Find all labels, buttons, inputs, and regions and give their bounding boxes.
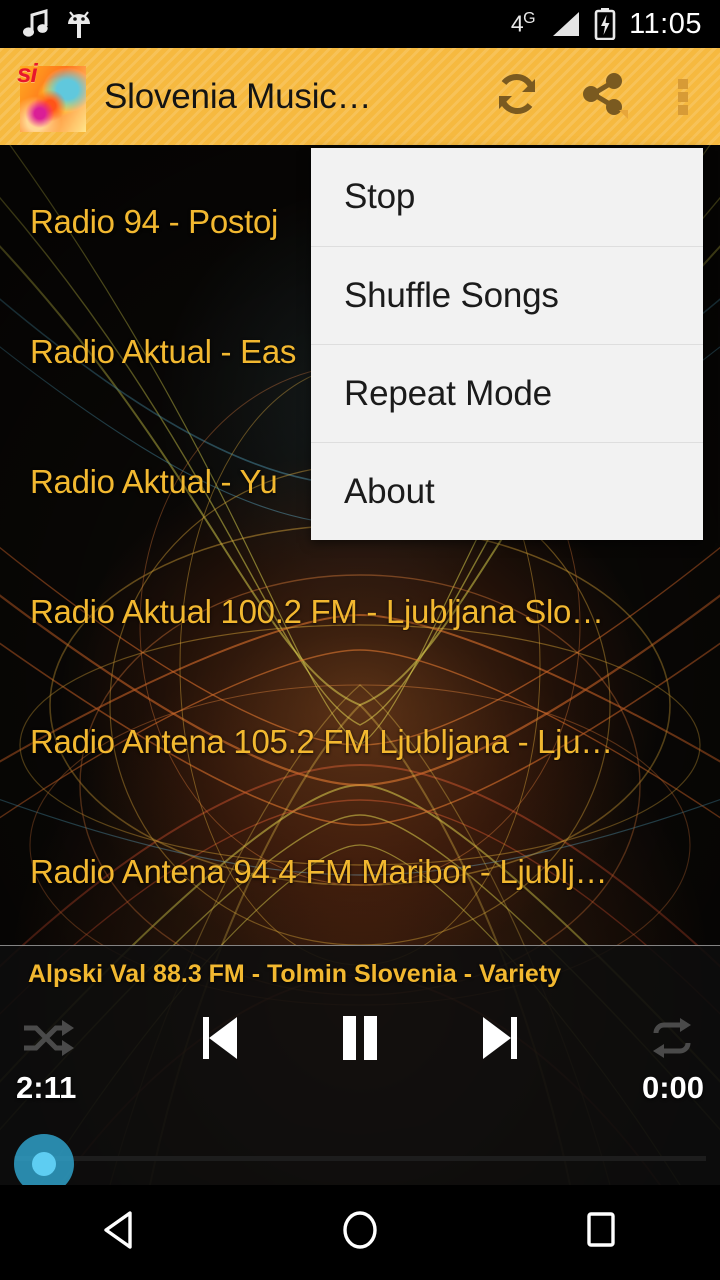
more-vertical-icon — [678, 76, 688, 118]
menu-item-about[interactable]: About — [311, 442, 703, 540]
menu-item-label: Stop — [344, 177, 416, 216]
signal-icon — [548, 10, 581, 38]
station-name: Radio Antena 94.4 FM Maribor - Ljublj… — [30, 853, 608, 890]
overflow-menu[interactable]: Stop Shuffle Songs Repeat Mode About — [311, 148, 703, 540]
page-title: Slovenia Music… — [104, 76, 372, 116]
station-name: Radio Aktual - Yu — [30, 463, 278, 500]
list-item[interactable]: Radio Antena 94.4 FM Maribor - Ljublj… — [0, 807, 720, 937]
square-recents-icon — [581, 1209, 619, 1256]
list-item[interactable]: Radio Antena 105.2 FM Ljubljana - Lju… — [0, 677, 720, 807]
share-icon — [575, 66, 631, 127]
refresh-icon — [491, 68, 543, 125]
android-debug-icon — [66, 8, 92, 40]
repeat-icon — [646, 1015, 698, 1066]
music-note-icon — [22, 9, 50, 39]
circle-home-icon — [339, 1208, 381, 1257]
player-bar: Alpski Val 88.3 FM - Tolmin Slovenia - V… — [0, 945, 720, 1194]
seek-track[interactable] — [14, 1156, 706, 1161]
status-bar-clock: 11:05 — [629, 7, 702, 40]
previous-button[interactable] — [180, 1001, 260, 1079]
transport-controls — [0, 1001, 720, 1079]
app-bar-actions — [474, 48, 720, 145]
station-name: Radio Antena 105.2 FM Ljubljana - Lju… — [30, 723, 613, 760]
app-logo-icon: si — [14, 60, 88, 134]
menu-item-label: Repeat Mode — [344, 373, 552, 413]
battery-charging-icon — [594, 8, 616, 40]
back-button[interactable] — [60, 1185, 180, 1280]
list-item[interactable]: Radio Aktual 100.2 FM - Ljubljana Slo… — [0, 547, 720, 677]
station-name: Radio 94 - Postoj — [30, 203, 279, 240]
menu-item-label: Shuffle Songs — [344, 275, 559, 315]
status-bar-system: 4G 11:05 — [511, 8, 720, 41]
seek-bar[interactable] — [0, 1134, 720, 1194]
total-time: 0:00 — [641, 1070, 704, 1105]
pause-icon — [338, 1013, 382, 1068]
network-type-label: 4G — [510, 10, 536, 37]
overflow-button[interactable] — [646, 48, 720, 145]
menu-item-repeat-mode[interactable]: Repeat Mode — [311, 344, 703, 442]
triangle-back-icon — [100, 1209, 140, 1256]
navigation-bar — [0, 1185, 720, 1280]
shuffle-button[interactable] — [8, 1001, 88, 1079]
repeat-button[interactable] — [632, 1001, 712, 1079]
skip-next-icon — [477, 1013, 523, 1068]
station-name: Radio Aktual 100.2 FM - Ljubljana Slo… — [30, 593, 604, 630]
phone-screen: Radio 94 - Postoj Radio Aktual - Eas Rad… — [0, 0, 720, 1280]
menu-item-stop[interactable]: Stop — [311, 148, 703, 246]
recents-button[interactable] — [540, 1185, 660, 1280]
play-pause-button[interactable] — [320, 1001, 400, 1079]
station-name: Radio Aktual - Eas — [30, 333, 297, 370]
skip-previous-icon — [197, 1013, 243, 1068]
app-logo-text: si — [17, 59, 38, 88]
next-button[interactable] — [460, 1001, 540, 1079]
home-button[interactable] — [300, 1185, 420, 1280]
menu-item-shuffle-songs[interactable]: Shuffle Songs — [311, 246, 703, 344]
status-bar-notifications — [0, 8, 92, 40]
app-bar: si Slovenia Music… — [0, 48, 720, 145]
shuffle-icon — [20, 1015, 76, 1066]
share-button[interactable] — [560, 48, 646, 145]
elapsed-time: 2:11 — [16, 1070, 77, 1105]
menu-item-label: About — [344, 471, 435, 511]
now-playing-label: Alpski Val 88.3 FM - Tolmin Slovenia - V… — [28, 960, 562, 988]
status-bar: 4G 11:05 — [0, 0, 720, 48]
refresh-button[interactable] — [474, 48, 560, 145]
